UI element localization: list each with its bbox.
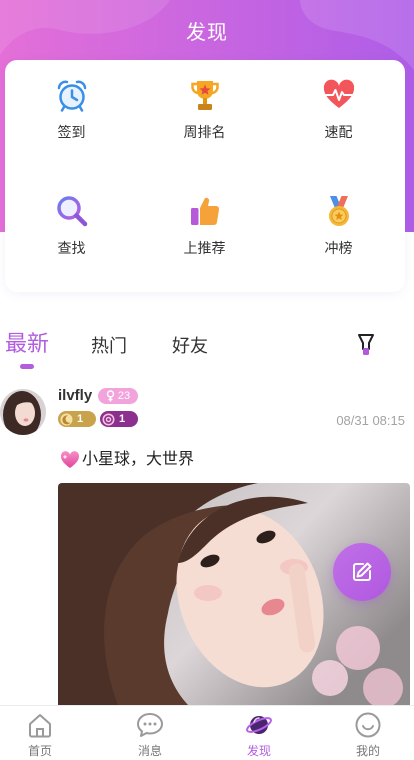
feature-checkin[interactable]: 签到 [5,60,138,176]
badge-value: 1 [77,413,84,425]
feature-search[interactable]: 查找 [5,176,138,292]
bottom-nav: 首页 消息 发现 我的 [0,705,414,760]
page-title: 发现 [186,22,228,44]
nav-item-me[interactable]: 我的 [328,706,408,760]
flower-level-badge: 1 [100,411,138,427]
nav-label: 我的 [355,744,380,758]
edit-icon [353,562,372,581]
nav-label: 消息 [137,744,162,758]
heart-pulse-icon [323,79,354,108]
filter-icon[interactable] [357,333,375,357]
search-icon [56,196,87,227]
badge-value: 1 [119,413,126,425]
flower-icon [102,413,115,425]
nav-label: 首页 [27,744,52,758]
moon-level-badge: 1 [58,411,96,427]
home-icon [29,714,51,738]
nav-label: 发现 [246,744,271,758]
post-text: 小星球，大世界 [60,449,194,471]
post-caption: 小星球，大世界 [82,451,195,468]
feature-ranking-boost[interactable]: 冲榜 [272,176,405,292]
medal-icon [328,196,349,226]
tab-hot[interactable]: 热门 [91,333,127,359]
planet-icon [246,716,272,734]
tab-latest[interactable]: 最新 [5,331,49,357]
chat-icon [137,713,163,737]
feature-card: 签到 周排名 速配 查找 上推荐 冲榜 [5,60,405,292]
gender-age-badge: 23 [98,388,138,404]
avatar[interactable] [0,389,46,435]
female-icon [106,390,115,402]
active-tab-indicator [20,364,34,369]
feature-recommend[interactable]: 上推荐 [138,176,271,292]
feature-label: 速配 [324,124,353,140]
trophy-icon [190,81,219,110]
feature-label: 周排名 [183,124,226,140]
thumbs-up-icon [190,197,219,225]
feature-weekly-ranking[interactable]: 周排名 [138,60,271,176]
sparkling-heart-icon [60,451,80,468]
smile-icon [355,712,381,738]
post-timestamp: 08/31 08:15 [336,413,405,428]
alarm-clock-icon [57,80,86,112]
nav-item-messages[interactable]: 消息 [110,706,190,760]
moon-icon [60,413,73,425]
age-text: 23 [117,390,131,402]
feature-label: 查找 [57,240,86,256]
feature-label: 签到 [57,124,86,140]
feature-quick-match[interactable]: 速配 [272,60,405,176]
username[interactable]: ilvfly [58,386,92,406]
tab-friends[interactable]: 好友 [172,333,208,359]
feature-label: 上推荐 [183,240,226,256]
compose-post-button[interactable] [333,543,391,601]
feature-label: 冲榜 [324,240,353,256]
nav-item-home[interactable]: 首页 [0,706,80,760]
nav-item-discover[interactable]: 发现 [219,706,299,760]
